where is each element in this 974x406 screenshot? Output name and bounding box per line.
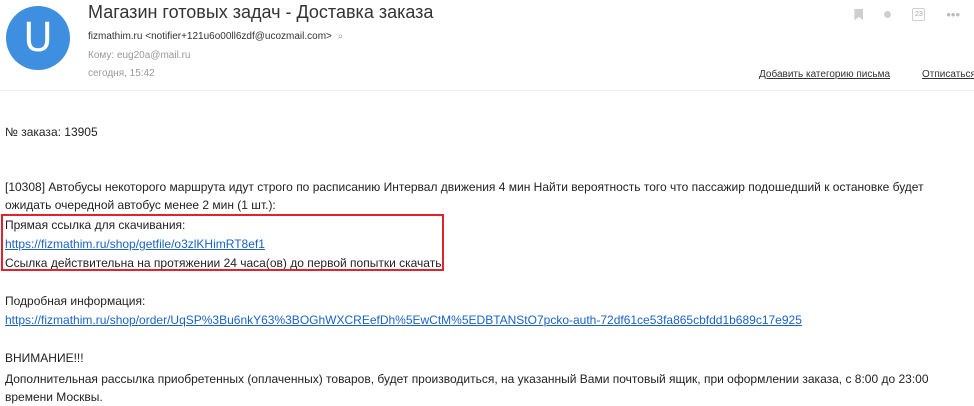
sender-avatar: U	[6, 6, 70, 70]
sender-name[interactable]: fizmathim.ru	[88, 31, 142, 42]
email-subject: Магазин готовых задач - Доставка заказа	[88, 2, 434, 22]
highlight-box	[1, 214, 444, 271]
attention-heading: ВНИМАНИЕ!!!	[5, 351, 84, 365]
delivery-notice: Дополнительная рассылка приобретенных (о…	[5, 372, 929, 404]
recipient-line: Кому: eug20a@mail.ru	[88, 50, 190, 61]
unsubscribe-link[interactable]: Отписаться	[922, 69, 974, 80]
add-category-link[interactable]: Добавить категорию письма	[759, 69, 890, 80]
to-value[interactable]: eug20a@mail.ru	[117, 50, 191, 61]
sender-line: fizmathim.ru <notifier+121u6o00ll6zdf@uc…	[88, 31, 343, 42]
order-details-link[interactable]: https://fizmathim.ru/shop/order/UqSP%3Bu…	[5, 313, 802, 327]
more-icon[interactable]: •••	[946, 8, 960, 21]
header-divider	[0, 90, 974, 91]
order-item-description: [10308] Автобусы некоторого маршрута иду…	[5, 180, 924, 212]
more-info-label: Подробная информация:	[5, 294, 146, 308]
avatar-letter: U	[23, 15, 53, 61]
search-icon[interactable]: ⌕	[338, 31, 344, 42]
dot-icon[interactable]	[884, 11, 892, 18]
sender-email[interactable]: <notifier+121u6o00ll6zdf@ucozmail.com>	[145, 31, 332, 42]
bookmark-icon[interactable]	[854, 8, 864, 21]
email-date: сегодня, 15:42	[88, 68, 155, 79]
to-label: Кому:	[88, 50, 115, 61]
header-actions: 23 •••	[854, 8, 974, 21]
calendar-day: 23	[914, 10, 923, 18]
order-number: № заказа: 13905	[5, 125, 98, 139]
calendar-icon[interactable]: 23	[912, 8, 926, 21]
